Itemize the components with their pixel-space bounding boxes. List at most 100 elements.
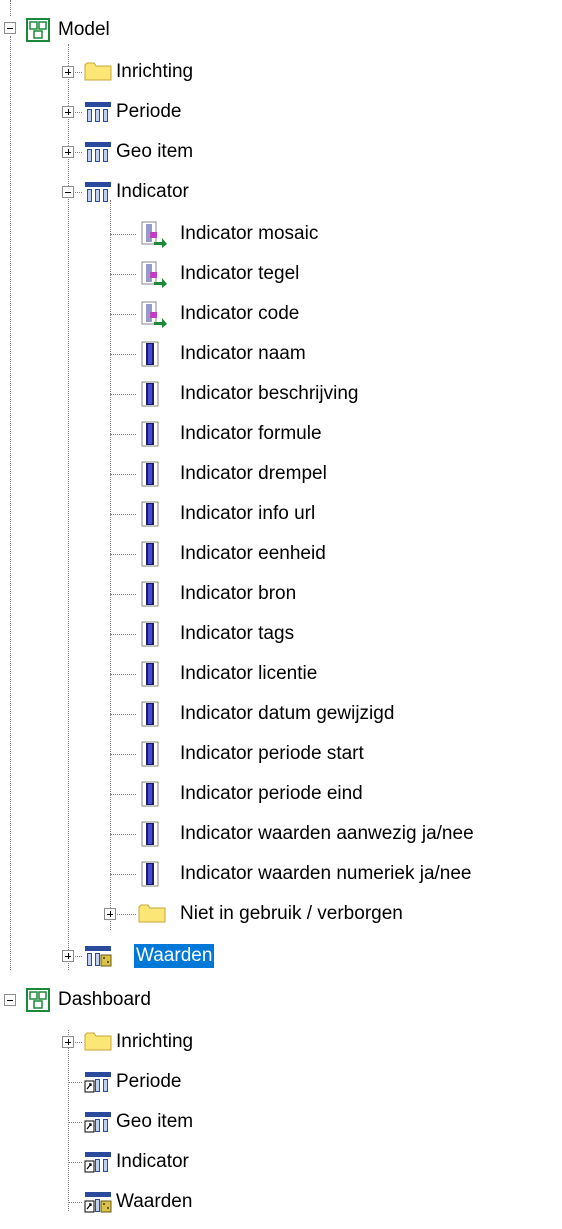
attribute-icon [138, 500, 162, 527]
tree-line [110, 234, 136, 235]
tree-line [110, 274, 136, 275]
collapse-toggle[interactable] [4, 22, 16, 34]
tree-node-indicator-formule[interactable]: Indicator formule [0, 414, 562, 454]
tree-node-model-waarden[interactable]: Waarden [0, 936, 562, 976]
tree-node-label: Indicator code [180, 303, 300, 324]
tree-node-dashboard-waarden[interactable]: Waarden [0, 1182, 562, 1222]
tree-node-indicator-tags[interactable]: Indicator tags [0, 614, 562, 654]
tree-node-dashboard-inrichting[interactable]: Inrichting [0, 1022, 562, 1062]
tree-node-label: Inrichting [116, 61, 194, 82]
tree-node-indicator-datum-gewijzigd[interactable]: Indicator datum gewijzigd [0, 694, 562, 734]
tree-node-model-inrichting[interactable]: Inrichting [0, 52, 562, 92]
tree-node-indicator-waarden-aanwezig[interactable]: Indicator waarden aanwezig ja/nee [0, 814, 562, 854]
tree-node-label: Indicator drempel [180, 463, 327, 484]
attribute-icon [138, 780, 162, 807]
tree-node-label: Indicator naam [180, 343, 306, 364]
tree-line [68, 1202, 82, 1203]
tree-node-model-geo-item[interactable]: Geo item [0, 132, 562, 172]
attribute-icon [138, 660, 162, 687]
attribute-icon [138, 700, 162, 727]
attribute-reference-icon [138, 300, 167, 328]
attribute-icon [138, 860, 162, 887]
tree-node-dashboard-geo-item[interactable]: Geo item [0, 1102, 562, 1142]
tree-node-indicator-tegel[interactable]: Indicator tegel [0, 254, 562, 294]
attribute-icon [138, 420, 162, 447]
attribute-reference-icon [138, 260, 167, 288]
folder-icon [84, 60, 112, 84]
expand-toggle[interactable] [62, 146, 74, 158]
tree-node-model-indicator[interactable]: Indicator [0, 172, 562, 212]
tree-node-indicator-waarden-numeriek[interactable]: Indicator waarden numeriek ja/nee [0, 854, 562, 894]
tree-node-model-periode[interactable]: Periode [0, 92, 562, 132]
tree-node-label: Indicator info url [180, 503, 316, 524]
tree-node-model[interactable]: Model [0, 10, 562, 50]
tree-node-label: Waarden [116, 1191, 193, 1212]
tree-node-label: Periode [116, 101, 182, 122]
tree-node-label: Indicator periode start [180, 743, 364, 764]
folder-icon [84, 1030, 112, 1054]
table-link-icon [84, 1150, 111, 1174]
attribute-icon [138, 580, 162, 607]
expand-toggle[interactable] [104, 908, 116, 920]
tree-node-dashboard-indicator[interactable]: Indicator [0, 1142, 562, 1182]
expand-toggle[interactable] [62, 106, 74, 118]
tree-node-indicator-periode-eind[interactable]: Indicator periode eind [0, 774, 562, 814]
tree-node-label: Indicator formule [180, 423, 322, 444]
tree-node-label: Waarden [134, 944, 215, 968]
tree-node-label: Geo item [116, 141, 194, 162]
tree-node-indicator-drempel[interactable]: Indicator drempel [0, 454, 562, 494]
tree-line [110, 794, 136, 795]
tree-node-indicator-bron[interactable]: Indicator bron [0, 574, 562, 614]
tree-node-label: Indicator datum gewijzigd [180, 703, 395, 724]
tree-node-label: Indicator beschrijving [180, 383, 359, 404]
tree-node-niet-in-gebruik[interactable]: Niet in gebruik / verborgen [0, 894, 562, 934]
attribute-icon [138, 460, 162, 487]
tree-node-indicator-periode-start[interactable]: Indicator periode start [0, 734, 562, 774]
expand-toggle[interactable] [62, 1036, 74, 1048]
tree-line [110, 434, 136, 435]
tree-line [110, 874, 136, 875]
tree-node-label: Dashboard [58, 989, 151, 1010]
tree-node-dashboard-periode[interactable]: Periode [0, 1062, 562, 1102]
table-link-icon [84, 1110, 111, 1134]
tree-line [110, 514, 136, 515]
tree-node-label: Niet in gebruik / verborgen [180, 903, 403, 924]
tree-node-label: Indicator mosaic [180, 223, 319, 244]
tree-node-label: Indicator licentie [180, 663, 318, 684]
attribute-icon [138, 380, 162, 407]
tree-node-indicator-info-url[interactable]: Indicator info url [0, 494, 562, 534]
tree-node-indicator-beschrijving[interactable]: Indicator beschrijving [0, 374, 562, 414]
table-icon [84, 140, 111, 164]
values-table-icon [84, 944, 112, 968]
package-icon [26, 18, 50, 42]
tree-node-indicator-eenheid[interactable]: Indicator eenheid [0, 534, 562, 574]
tree-node-indicator-licentie[interactable]: Indicator licentie [0, 654, 562, 694]
tree-node-label: Periode [116, 1071, 182, 1092]
tree-line [110, 474, 136, 475]
tree-line [110, 834, 136, 835]
tree-node-label: Indicator bron [180, 583, 297, 604]
tree-line [110, 714, 136, 715]
tree-node-indicator-code[interactable]: Indicator code [0, 294, 562, 334]
tree-node-label: Inrichting [116, 1031, 194, 1052]
tree-node-dashboard[interactable]: Dashboard [0, 980, 562, 1020]
attribute-icon [138, 740, 162, 767]
collapse-toggle[interactable] [62, 186, 74, 198]
attribute-reference-icon [138, 220, 167, 248]
expand-toggle[interactable] [62, 950, 74, 962]
expand-toggle[interactable] [62, 66, 74, 78]
attribute-icon [138, 340, 162, 367]
tree-view[interactable]: Model Inrichting Periode Geo item Indica… [0, 0, 562, 1229]
tree-node-label: Indicator [116, 181, 189, 202]
tree-line [110, 674, 136, 675]
tree-line [110, 594, 136, 595]
tree-line [110, 314, 136, 315]
tree-node-label: Indicator tags [180, 623, 295, 644]
tree-node-indicator-mosaic[interactable]: Indicator mosaic [0, 214, 562, 254]
tree-line [68, 1082, 82, 1083]
tree-node-label: Indicator eenheid [180, 543, 326, 564]
tree-node-label: Indicator waarden numeriek ja/nee [180, 863, 472, 884]
collapse-toggle[interactable] [4, 994, 16, 1006]
tree-node-indicator-naam[interactable]: Indicator naam [0, 334, 562, 374]
tree-line [68, 1122, 82, 1123]
